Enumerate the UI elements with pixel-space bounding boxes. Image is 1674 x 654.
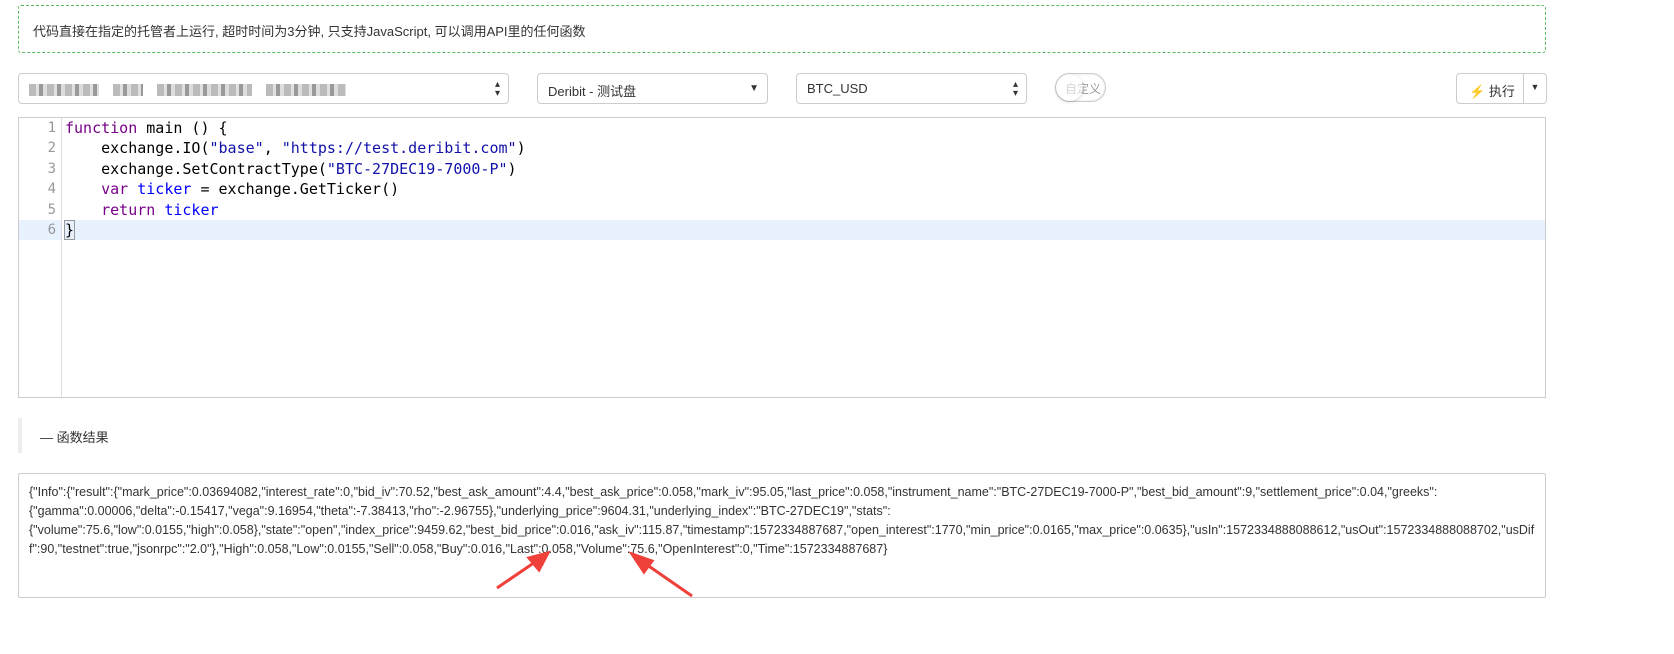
red-arrowhead <box>628 551 655 575</box>
annotation-arrows <box>496 550 693 598</box>
red-arrowhead <box>526 550 551 573</box>
